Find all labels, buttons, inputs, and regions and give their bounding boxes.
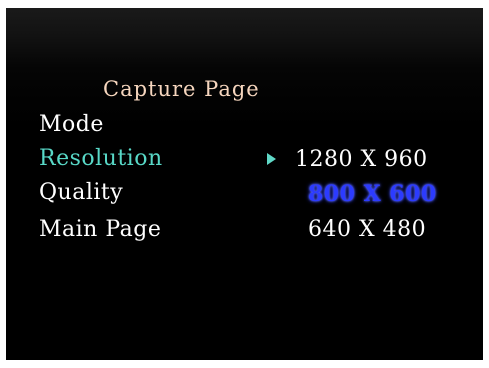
monitor-frame: Capture Page Mode Resolution Quality Mai… — [0, 0, 489, 368]
osd-screen: Capture Page Mode Resolution Quality Mai… — [6, 8, 483, 360]
resolution-option-800x600[interactable]: 800 X 600 — [308, 183, 437, 205]
menu-item-resolution[interactable]: Resolution — [39, 148, 163, 170]
menu-item-main-page[interactable]: Main Page — [39, 219, 161, 241]
resolution-option-1280x960[interactable]: 1280 X 960 — [295, 149, 428, 171]
menu-item-quality[interactable]: Quality — [39, 182, 123, 204]
page-title: Capture Page — [103, 77, 260, 101]
menu-item-mode[interactable]: Mode — [39, 114, 104, 136]
play-triangle-icon — [267, 153, 276, 165]
resolution-option-640x480[interactable]: 640 X 480 — [308, 219, 426, 241]
